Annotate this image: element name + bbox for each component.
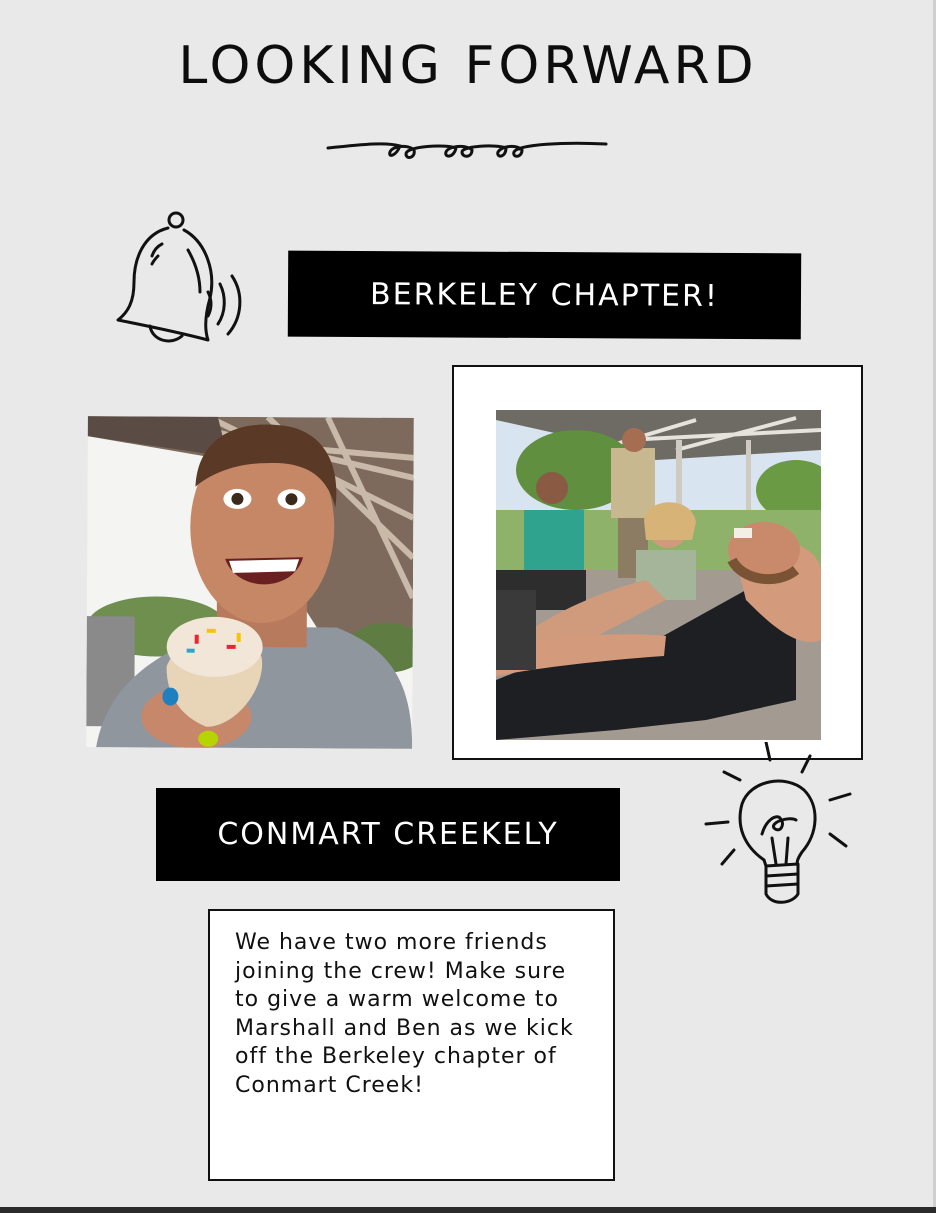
conmart-creekely-banner: CONMART CREEKELY [156,788,620,881]
page-title: LOOKING FORWARD [178,36,758,96]
bell-icon [116,211,242,343]
photo-ice-cream-selfie [86,416,414,749]
bottom-scroll-bar [0,1207,936,1213]
photo-friends-under-pavilion [496,410,821,740]
berkeley-chapter-banner: BERKELEY CHAPTER! [287,250,802,340]
lightbulb-icon [704,742,852,904]
welcome-message: We have two more friends joining the cre… [235,930,574,1098]
welcome-message-box: We have two more friends joining the cre… [208,909,615,1181]
swirl-divider-icon [326,141,608,159]
